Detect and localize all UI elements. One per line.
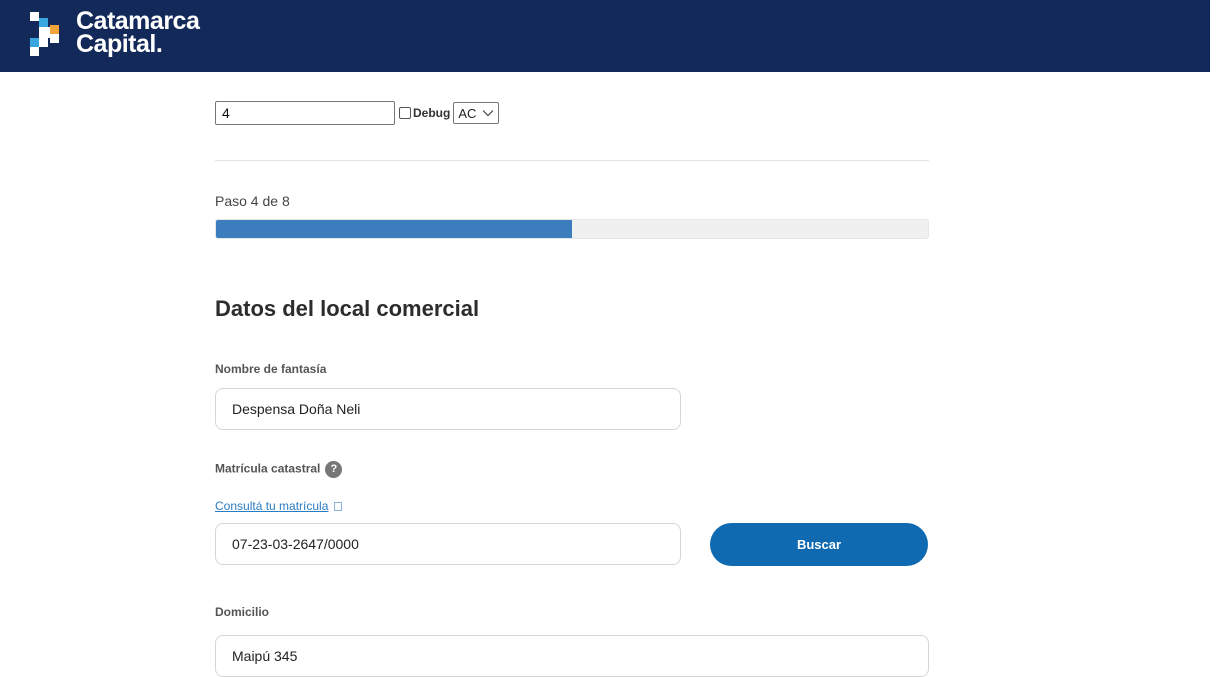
logo-text: Catamarca Capital. [76, 9, 200, 58]
debug-checkbox[interactable] [399, 107, 411, 119]
consulta-matricula-link[interactable]: Consultá tu matrícula [215, 499, 343, 513]
domicilio-input[interactable]: Maipú 345 [215, 635, 929, 677]
nombre-fantasia-input[interactable]: Despensa Doña Neli [215, 388, 681, 430]
logo[interactable]: Catamarca Capital. [30, 9, 220, 62]
section-title: Datos del local comercial [215, 296, 480, 321]
header-bar: Catamarca Capital. [0, 0, 1210, 72]
debug-label: Debug [413, 106, 451, 120]
matricula-value: 07-23-03-2647/0000 [232, 536, 359, 552]
step-indicator: Paso 4 de 8 [215, 193, 290, 209]
nombre-fantasia-value: Despensa Doña Neli [232, 401, 361, 417]
matricula-input[interactable]: 07-23-03-2647/0000 [215, 523, 681, 565]
help-icon[interactable]: ? [325, 461, 343, 478]
progress-bar [215, 219, 929, 239]
matricula-label-row: Matrícula catastral? [215, 461, 343, 478]
chevron-down-icon [482, 110, 494, 117]
logo-line-2: Capital. [76, 30, 163, 58]
logo-mark-icon [30, 12, 59, 56]
role-select[interactable]: AC [453, 102, 500, 124]
external-link-icon [334, 502, 343, 512]
domicilio-value: Maipú 345 [232, 648, 298, 664]
domicilio-label: Domicilio [215, 605, 270, 619]
step-input[interactable] [215, 101, 395, 125]
buscar-button[interactable]: Buscar [710, 523, 928, 566]
divider [215, 160, 929, 161]
matricula-label: Matrícula catastral [215, 461, 321, 476]
nombre-fantasia-label: Nombre de fantasía [215, 362, 327, 376]
progress-bar-fill [216, 220, 572, 238]
debug-toolbar: Debug AC [215, 99, 500, 127]
role-select-value: AC [458, 105, 477, 121]
consulta-matricula-link-text: Consultá tu matrícula [215, 499, 329, 513]
page-edge [1210, 0, 1216, 672]
